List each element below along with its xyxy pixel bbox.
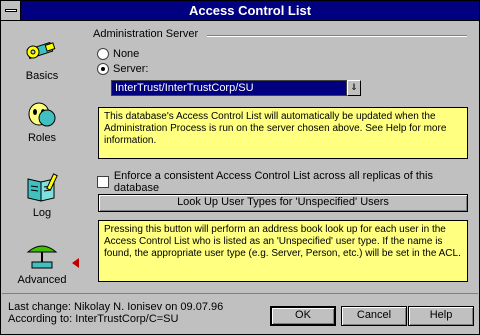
sidebar: Basics Roles Log Advanced [2,22,82,292]
sidebar-label-roles: Roles [27,132,57,144]
enforce-consistent-acl-label: Enforce a consistent Access Control List… [113,170,433,194]
server-combobox[interactable]: InterTrust/InterTrustCorp/SU [111,80,347,96]
acl-dialog: Access Control List Basics Roles Log Adv… [0,0,480,335]
enforce-consistent-acl-checkbox[interactable] [97,176,109,188]
update-note: This database's Access Control List will… [98,107,468,159]
advanced-icon [26,245,58,269]
cancel-button[interactable]: Cancel [341,306,407,326]
radio-none-row[interactable]: None [97,47,139,61]
dropdown-arrow-icon[interactable]: ⇓ [347,80,361,96]
radio-none-label: None [113,48,140,60]
sidebar-label-log: Log [32,207,52,219]
system-menu-icon [5,9,17,12]
system-menu-button[interactable] [1,1,21,20]
sidebar-label-basics: Basics [25,70,59,82]
radio-server-label: Server: [113,63,149,75]
ok-button[interactable]: OK [270,306,336,326]
window-title: Access Control List [188,3,312,18]
sidebar-item-basics[interactable]: Basics [2,36,82,82]
active-section-marker [72,258,79,268]
admin-server-group-label: Administration Server [93,28,199,40]
radio-server-row[interactable]: Server: [97,62,148,76]
help-button[interactable]: Help [408,306,474,326]
group-divider [207,35,467,37]
according-to-text: According to: InterTrustCorp/C=SU [8,313,179,325]
lookup-user-types-button[interactable]: Look Up User Types for 'Unspecified' Use… [98,194,468,212]
title-bar: Access Control List [1,1,479,21]
sidebar-item-log[interactable]: Log [2,173,82,219]
sidebar-item-roles[interactable]: Roles [2,98,82,144]
sidebar-item-advanced[interactable]: Advanced [2,240,82,286]
footer: Last change: Nikolay N. Ionisev on 09.07… [2,293,478,334]
change-info: Last change: Nikolay N. Ionisev on 09.07… [8,301,223,325]
lookup-note: Pressing this button will perform an add… [98,220,468,282]
last-change-text: Last change: Nikolay N. Ionisev on 09.07… [8,301,224,313]
roles-icon [28,102,56,127]
advanced-panel: Administration Server None Server: Inter… [89,22,475,292]
radio-server[interactable] [97,63,109,75]
log-book-icon [27,173,58,202]
enforce-consistent-acl-row[interactable]: Enforce a consistent Access Control List… [97,170,475,194]
radio-none[interactable] [97,48,109,60]
key-icon [26,41,56,60]
sidebar-label-advanced: Advanced [17,274,67,286]
